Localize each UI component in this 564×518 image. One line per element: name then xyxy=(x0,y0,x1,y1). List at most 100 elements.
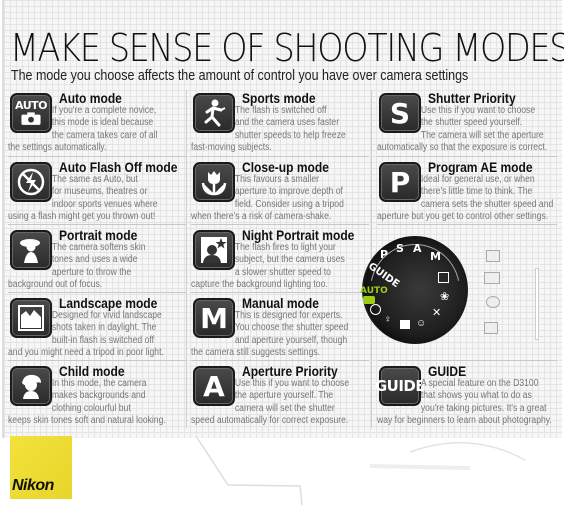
mode-dial: P S A M GUIDE AUTO ❀ ✕ ☺ ♀ xyxy=(360,236,468,344)
camera-button-icon xyxy=(484,272,500,284)
description-line: a slower shutter speed to xyxy=(234,266,331,278)
description-line: The camera will set the aperture xyxy=(420,129,544,141)
description-line: camera will set the shutter xyxy=(234,402,335,414)
camera-button-icon xyxy=(484,322,498,334)
mode-shutter-priority: S Shutter Priority Use this if you want to… xyxy=(377,88,557,156)
description-line: the camera still suggests settings. xyxy=(191,346,321,358)
mode-title: Child mode xyxy=(59,363,125,379)
mode-description: This is designed for experts. You choose … xyxy=(191,310,369,359)
description-line: tones and uses a wide xyxy=(51,254,138,266)
description-line: The camera softens skin xyxy=(51,242,146,253)
dial-flash-off-icon xyxy=(370,304,381,315)
description-line: Use this if you want to choose xyxy=(234,378,350,389)
mode-description: This favours a smaller aperture to improv… xyxy=(191,174,369,223)
mode-guide: GUIDE GUIDE A special feature on the D3100… xyxy=(375,360,557,428)
mode-title: Sports mode xyxy=(242,90,316,106)
description-line: shots taken in daylight. The xyxy=(51,322,157,334)
mode-title: Auto Flash Off mode xyxy=(59,159,178,175)
mode-sports-mode: Sports mode The flash is switched off and … xyxy=(191,88,369,156)
timer-icon xyxy=(486,296,500,308)
mode-title: Shutter Priority xyxy=(428,90,516,106)
description-line: subject, but the camera uses xyxy=(234,254,345,266)
description-line: This favours a smaller xyxy=(234,174,319,185)
mode-description: The same as Auto, but for museums, theatr… xyxy=(8,174,186,223)
mode-title: Program AE mode xyxy=(428,159,533,175)
mode-description: The flash fires to light your subject, bu… xyxy=(191,242,369,291)
description-line: this mode is ideal because xyxy=(51,117,154,129)
nikon-wordmark: Nikon xyxy=(12,477,54,494)
mode-aperture-priority: A Aperture Priority Use this if you want t… xyxy=(191,360,369,428)
description-line: the shutter speed yourself. xyxy=(420,117,523,129)
description-line: that shows you what to do as xyxy=(420,390,532,402)
mode-child-mode: Child mode In this mode, the camera makes … xyxy=(8,360,186,428)
description-line: capture the background lighting too. xyxy=(191,278,328,290)
description-line: keeps skin tones soft and natural lookin… xyxy=(8,414,166,426)
dial-portrait-icon: ♀ xyxy=(384,314,392,325)
description-line: the aperture yourself. The xyxy=(234,390,334,402)
description-line: and aperture yourself, though xyxy=(234,334,348,346)
description-line: If you're a complete novice, xyxy=(51,105,157,116)
mode-title: Night Portrait mode xyxy=(242,227,355,243)
mode-auto-mode: AUTO Auto mode If you're a complete novice… xyxy=(8,88,186,156)
mode-description: Use this if you want to choose the apertu… xyxy=(191,378,369,427)
description-line: the settings automatically. xyxy=(8,141,107,153)
column-divider xyxy=(186,90,187,428)
description-line: shutter speeds to help freeze xyxy=(234,129,346,141)
mode-description: Use this if you want to choose the shutte… xyxy=(377,105,555,154)
mode-title: Auto mode xyxy=(59,90,122,106)
description-line: makes backgrounds and xyxy=(51,390,146,402)
mode-title: Manual mode xyxy=(242,295,319,311)
dial-landscape-icon xyxy=(400,320,410,329)
mode-title: Portrait mode xyxy=(59,227,138,243)
dial-child-icon: ☺ xyxy=(416,318,427,329)
description-line: This is designed for experts. xyxy=(234,310,343,321)
description-line: field. Consider using a tripod xyxy=(234,198,344,210)
mode-night-portrait-mode: Night Portrait mode The flash fires to li… xyxy=(191,224,369,292)
mode-title: Landscape mode xyxy=(59,295,158,311)
description-line: Designed for vivid landscape xyxy=(51,310,162,321)
dial-label-m: M xyxy=(430,250,441,263)
description-line: Use this if you want to choose xyxy=(420,105,536,116)
description-line: when there's a risk of camera-shake. xyxy=(191,210,332,222)
mode-description: Designed for vivid landscape shots taken … xyxy=(8,310,186,359)
page-subtitle: The mode you choose affects the amount o… xyxy=(11,68,469,84)
mode-title: GUIDE xyxy=(428,363,467,379)
description-line: the camera takes care of all xyxy=(51,129,158,141)
dial-night-portrait-icon xyxy=(438,272,449,283)
mode-landscape-mode: Landscape mode Designed for vivid landsca… xyxy=(8,292,186,360)
description-line: using a flash might get you thrown out! xyxy=(8,210,156,222)
mode-description: A special feature on the D3100 that shows… xyxy=(377,378,555,427)
dial-label-p: P xyxy=(380,248,389,261)
page-title: MAKE SENSE OF SHOOTING MODES xyxy=(10,26,564,70)
description-line: way for beginners to learn about photogr… xyxy=(377,414,552,426)
mode-title: Aperture Priority xyxy=(242,363,338,379)
description-line: clothing colourful but xyxy=(51,402,131,414)
description-line: and you might need a tripod in poor ligh… xyxy=(8,346,164,358)
nikon-logo: Nikon xyxy=(10,436,72,499)
description-line: indoor sports venues where xyxy=(51,198,158,210)
camera-button-icon xyxy=(486,250,500,262)
mode-column: AUTO Auto mode If you're a complete novice… xyxy=(8,88,186,428)
dial-auto-camera-icon xyxy=(363,296,375,304)
mode-description: The flash is switched off and the camera … xyxy=(191,105,369,154)
dial-closeup-icon: ❀ xyxy=(440,291,450,303)
description-line: You choose the shutter speed xyxy=(234,322,349,334)
description-line: The same as Auto, but xyxy=(51,174,138,185)
dial-label-s: S xyxy=(396,242,404,255)
mode-program-ae-mode: P Program AE mode Ideal for general use, o… xyxy=(377,156,557,224)
dial-label-auto: AUTO xyxy=(360,286,388,296)
description-line: and the camera uses faster xyxy=(234,117,340,129)
mode-description: If you're a complete novice, this mode is… xyxy=(8,105,186,154)
description-line: automatically so that the exposure is co… xyxy=(377,141,548,153)
mode-close-up-mode: Close-up mode This favours a smaller apert… xyxy=(191,156,369,224)
description-line: you're taking pictures. It's a great xyxy=(420,402,547,414)
description-line: aperture to improve depth of xyxy=(234,186,343,198)
mode-description: Ideal for general use, or when there's li… xyxy=(377,174,555,223)
description-line: The flash fires to light your xyxy=(234,242,336,253)
dial-sports-icon: ✕ xyxy=(432,307,442,319)
description-line: In this mode, the camera xyxy=(51,378,147,389)
mode-column: Sports mode The flash is switched off and … xyxy=(191,88,369,428)
description-line: aperture to throw the xyxy=(51,266,132,278)
description-line: built-in flash is switched off xyxy=(51,334,154,346)
mode-description: The camera softens skin tones and uses a … xyxy=(8,242,186,291)
